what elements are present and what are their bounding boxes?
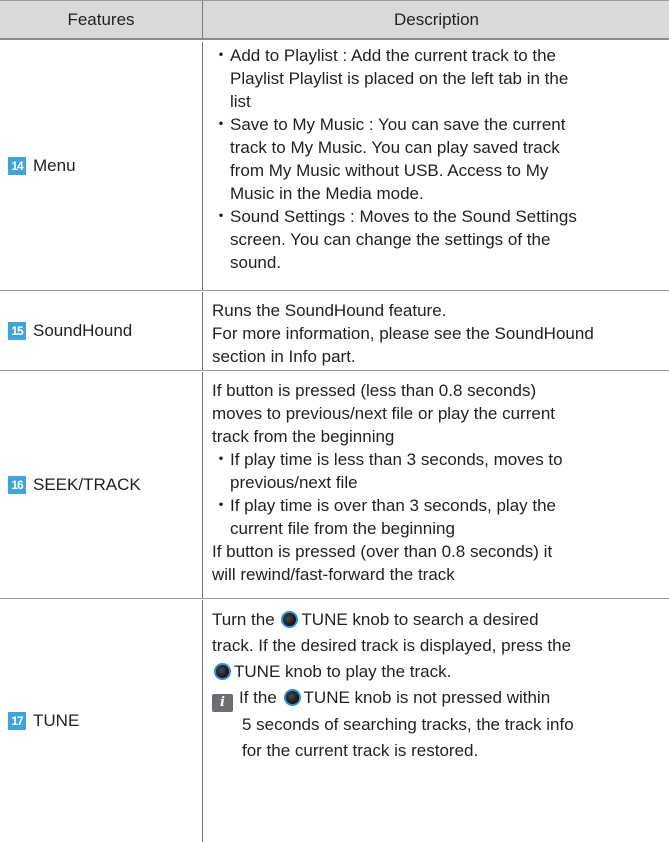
text-fragment: Turn the — [212, 610, 275, 629]
text-line: For more information, please see the Sou… — [212, 324, 594, 343]
list-item: ・ Save to My Music : You can save the cu… — [212, 113, 661, 205]
list-item: ・ Sound Settings : Moves to the Sound Se… — [212, 205, 661, 274]
text-fragment: If the — [239, 688, 277, 707]
description-cell: Runs the SoundHound feature. For more in… — [204, 292, 669, 370]
tune-knob-icon — [214, 663, 231, 680]
info-icon: i — [212, 694, 233, 712]
text-line: previous/next file — [230, 473, 358, 492]
table-header: Features Description — [0, 0, 669, 40]
text-line: track from the beginning — [212, 427, 395, 446]
header-features: Features — [0, 1, 203, 38]
text-line: Add to Playlist : Add the current track … — [230, 46, 557, 65]
text-fragment: TUNE knob is not pressed within — [303, 688, 551, 707]
table-row-seek-track: 16 SEEK/TRACK If button is pressed (less… — [0, 372, 669, 599]
text-line: If button is pressed (over than 0.8 seco… — [212, 542, 553, 561]
tune-knob-icon — [281, 611, 299, 628]
text-line: moves to previous/next file or play the … — [212, 404, 555, 423]
number-badge: 16 — [8, 476, 26, 494]
text-line: current file from the beginning — [230, 519, 455, 538]
text-line: for the current track is restored. — [242, 741, 479, 760]
description-cell: If button is pressed (less than 0.8 seco… — [204, 372, 669, 598]
tune-knob-icon — [283, 689, 301, 706]
text-line: Playlist Playlist is placed on the left … — [230, 69, 569, 88]
feature-cell: 15 SoundHound — [0, 292, 203, 370]
feature-cell: 14 Menu — [0, 42, 203, 290]
text-line: If play time is less than 3 seconds, mov… — [230, 450, 563, 469]
text-line: If button is pressed (less than 0.8 seco… — [212, 381, 537, 400]
text-line: Turn the TUNE knob to search a desired — [212, 607, 661, 633]
feature-label: SoundHound — [33, 321, 133, 340]
info-note: i If the TUNE knob is not pressed within — [212, 685, 661, 712]
text-line: track. If the desired track is displayed… — [212, 636, 572, 655]
text-line: Save to My Music : You can save the curr… — [230, 115, 566, 134]
text-line: list — [230, 92, 251, 111]
text-line: TUNE knob to play the track. — [212, 659, 661, 685]
text-line: Runs the SoundHound feature. — [212, 301, 447, 320]
header-description: Description — [393, 10, 480, 29]
number-badge: 15 — [8, 322, 26, 340]
text-line: 5 seconds of searching tracks, the track… — [242, 715, 574, 734]
feature-label: Menu — [33, 156, 76, 175]
feature-cell: 16 SEEK/TRACK — [0, 372, 203, 598]
text-line: track to My Music. You can play saved tr… — [230, 138, 560, 157]
description-cell: ・ Add to Playlist : Add the current trac… — [204, 42, 669, 290]
text-line: Music in the Media mode. — [230, 184, 424, 203]
list-item: ・ If play time is over than 3 seconds, p… — [212, 494, 661, 540]
list-item: ・ Add to Playlist : Add the current trac… — [212, 44, 661, 113]
number-badge: 17 — [8, 712, 26, 730]
text-line: section in Info part. — [212, 347, 356, 366]
text-line: will rewind/fast-forward the track — [212, 565, 455, 584]
table-row-tune: 17 TUNE Turn the TUNE knob to search a d… — [0, 600, 669, 842]
text-line: screen. You can change the settings of t… — [230, 230, 551, 249]
description-cell: Turn the TUNE knob to search a desired t… — [204, 600, 669, 842]
table-row-soundhound: 15 SoundHound Runs the SoundHound featur… — [0, 292, 669, 371]
number-badge: 14 — [8, 157, 26, 175]
feature-label: SEEK/TRACK — [33, 475, 141, 494]
text-line: from My Music without USB. Access to My — [230, 161, 549, 180]
table-row-menu: 14 Menu ・ Add to Playlist : Add the curr… — [0, 42, 669, 291]
text-fragment: TUNE knob to play the track. — [234, 662, 452, 681]
list-item: ・ If play time is less than 3 seconds, m… — [212, 448, 661, 494]
text-line: Sound Settings : Moves to the Sound Sett… — [230, 207, 577, 226]
feature-label: TUNE — [33, 711, 80, 730]
text-line: sound. — [230, 253, 282, 272]
feature-cell: 17 TUNE — [0, 600, 203, 842]
text-line: If play time is over than 3 seconds, pla… — [230, 496, 557, 515]
text-fragment: TUNE knob to search a desired — [301, 610, 539, 629]
